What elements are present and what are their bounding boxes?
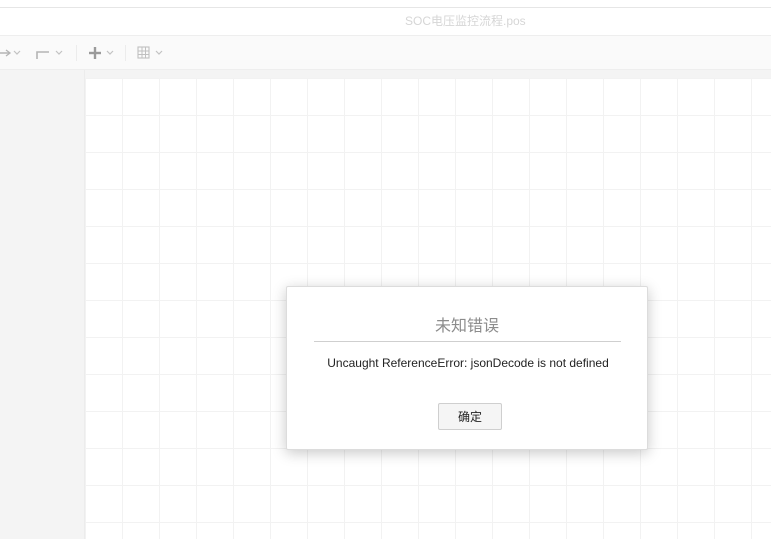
insert-dropdown[interactable] — [88, 44, 118, 62]
shapes-sidebar[interactable] — [0, 70, 85, 539]
dialog-divider — [314, 341, 621, 342]
error-dialog: 未知错误 Uncaught ReferenceError: jsonDecode… — [286, 286, 648, 450]
connector-arrow-icon — [0, 49, 21, 57]
document-title[interactable]: SOC电压监控流程.pos — [405, 12, 526, 29]
editor-window: SOC电压监控流程.pos 未知错误 Uncaught ReferenceErr… — [0, 0, 771, 539]
insert-plus-icon — [89, 47, 114, 59]
toolbar-separator — [76, 45, 77, 61]
dialog-message: Uncaught ReferenceError: jsonDecode is n… — [327, 356, 609, 370]
table-dropdown[interactable] — [137, 44, 167, 62]
title-bar: SOC电压监控流程.pos — [0, 8, 771, 36]
chevron-down-icon — [155, 50, 163, 55]
connector-style-dropdown[interactable] — [0, 44, 22, 62]
canvas-margin — [85, 70, 771, 78]
waypoint-elbow-icon — [36, 50, 63, 59]
top-strip — [0, 0, 771, 8]
toolbar — [0, 36, 771, 70]
toolbar-separator — [125, 45, 126, 61]
chevron-down-icon — [106, 50, 114, 55]
chevron-down-icon — [55, 50, 63, 55]
chevron-down-icon — [13, 50, 21, 55]
ok-button[interactable]: 确定 — [438, 403, 502, 430]
dialog-title: 未知错误 — [434, 318, 499, 335]
waypoints-dropdown[interactable] — [35, 44, 65, 62]
table-grid-icon — [137, 46, 163, 59]
